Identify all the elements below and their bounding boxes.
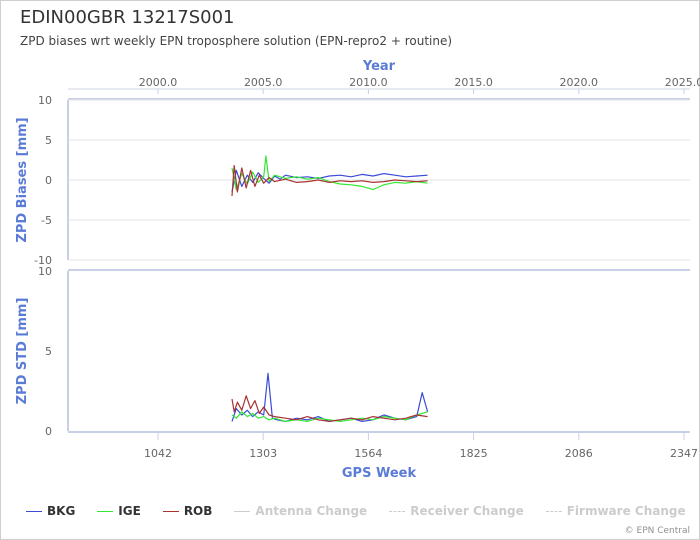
bottom-axis-tick-label: 1303 [249,447,277,460]
panel1-y-tick-label: -5 [41,214,52,227]
panel1-y-tick-label: 10 [38,94,52,107]
bottom-axis-tick-label: 1564 [354,447,382,460]
panel2-y-tick-label: 5 [45,345,52,358]
legend-swatch-firmware-change [545,510,562,512]
panel1-y-axis-title: ZPD Biases [mm] [15,117,30,242]
legend-label-firmware-change: Firmware Change [566,504,686,518]
chart-area: Year 2000.0 2005.0 2010.0 2015.0 2020.0 2025.0… [15,59,700,481]
top-axis-title: Year [362,59,396,74]
legend-item-bkg[interactable]: BKG [26,504,75,518]
credits-link[interactable]: © EPN Central [625,526,690,536]
legend-item-antenna-change[interactable]: Antenna Change [234,504,367,518]
legend-swatch-bkg [26,510,42,512]
bottom-axis-title: GPS Week [342,466,417,481]
legend-item-receiver-change[interactable]: Receiver Change [389,504,524,518]
panel1-series-rob [231,165,428,197]
legend-label-antenna-change: Antenna Change [255,504,368,518]
legend-item-firmware-change[interactable]: Firmware Change [545,504,686,518]
legend-swatch-ige [97,510,114,512]
bottom-axis-tick-label: 2086 [565,447,593,460]
top-axis-tick-label: 2000.0 [139,76,178,89]
panel1-y-tick-label: 5 [45,134,52,147]
legend-item-rob[interactable]: ROB [162,504,213,518]
panel2-y-tick-label: 10 [38,265,52,278]
panel2-y-tick-label: 0 [45,425,52,438]
legend-label-bkg: BKG [47,504,76,518]
top-axis-tick-label: 2020.0 [560,76,599,89]
top-axis-tick-label: 2015.0 [454,76,493,89]
legend-swatch-antenna-change [234,510,251,512]
legend-swatch-receiver-change [389,510,406,512]
legend-label-receiver-change: Receiver Change [410,504,524,518]
panel2-y-axis-title: ZPD STD [mm] [15,298,30,405]
legend-item-ige[interactable]: IGE [97,504,141,518]
panel2-series-bkg [231,372,429,422]
top-axis-tick-label: 2025.0 [665,76,700,89]
panel1-series-ige [231,155,428,191]
legend: BKG IGE ROB Antenna Change Receiver Chan… [26,504,700,518]
top-axis-tick-label: 2005.0 [244,76,283,89]
legend-label-rob: ROB [183,504,213,518]
bottom-axis-tick-label: 2347 [670,447,698,460]
top-axis-tick-label: 2010.0 [349,76,388,89]
bottom-axis-tick-label: 1042 [144,447,172,460]
legend-label-ige: IGE [118,504,141,518]
legend-swatch-rob [162,510,179,512]
bottom-axis-tick-label: 1825 [460,447,488,460]
panel1-y-tick-label: 0 [45,174,52,187]
